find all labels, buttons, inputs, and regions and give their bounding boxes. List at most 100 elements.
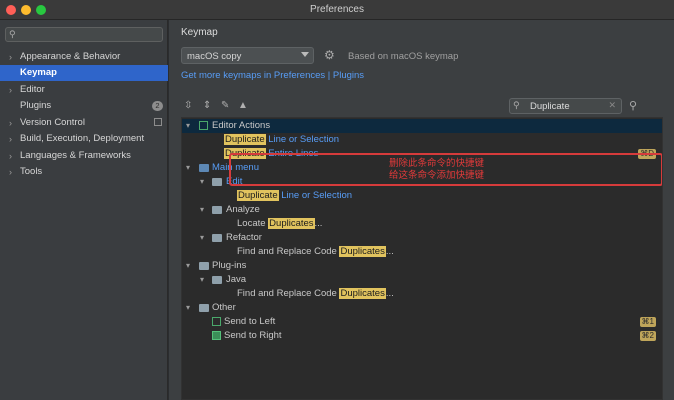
annotation-line-2: 给这条命令添加快捷键 [389, 170, 485, 181]
tree-node-plugins[interactable]: ▾ Plug-ins [182, 259, 662, 273]
search-icon: ⚲ [513, 100, 520, 110]
folder-icon [212, 234, 222, 242]
action-duplicate-line[interactable]: Duplicate Line or Selection [182, 133, 662, 147]
tree-node-editor-actions[interactable]: ▾ Editor Actions [182, 119, 662, 133]
action-duplicate-line-edit[interactable]: Duplicate Line or Selection [182, 189, 662, 203]
action-send-to-left[interactable]: Send to Left ⌘1 [182, 315, 662, 329]
tree-node-refactor[interactable]: ▾ Refactor [182, 231, 662, 245]
keymap-panel: Keymap macOS copy ⚙ Based on macOS keyma… [169, 20, 674, 400]
chevron-down-icon: ▾ [200, 233, 205, 242]
editor-actions-icon [199, 121, 208, 130]
ellipsis: ... [314, 218, 323, 229]
page-title: Keymap [181, 27, 218, 38]
sidebar-item-keymap[interactable]: Keymap [0, 65, 168, 81]
action-label: Find and Replace Code [237, 246, 337, 257]
tree-node-label: Editor Actions [212, 120, 271, 131]
gear-icon[interactable]: ⚙ [324, 48, 335, 62]
tree-node-label: Refactor [226, 232, 262, 243]
keymap-select[interactable]: macOS copy [181, 47, 314, 64]
tree-node-analyze[interactable]: ▾ Analyze [182, 203, 662, 217]
action-label: Line or Selection [281, 190, 353, 201]
warning-icon[interactable]: ▲ [238, 100, 248, 111]
keymap-tree: ▾ Editor Actions Duplicate Line or Selec… [181, 117, 663, 400]
chevron-down-icon [301, 52, 309, 57]
sidebar-item-editor[interactable]: › Editor [0, 82, 168, 98]
action-find-replace-duplicates[interactable]: Find and Replace Code Duplicates... [182, 245, 662, 259]
title-bar: Preferences [0, 0, 674, 20]
settings-sidebar: ⚲ › Appearance & Behavior Keymap › Edito… [0, 20, 168, 400]
chevron-right-icon: › [9, 85, 12, 95]
sidebar-item-label: Languages & Frameworks [20, 150, 131, 161]
sidebar-item-appearance[interactable]: › Appearance & Behavior [0, 49, 168, 65]
sidebar-item-version-control[interactable]: › Version Control [0, 115, 168, 131]
tree-node-other[interactable]: ▾ Other [182, 301, 662, 315]
sidebar-item-plugins[interactable]: Plugins 2 [0, 98, 168, 114]
chevron-down-icon: ▾ [200, 275, 205, 284]
tree-node-java[interactable]: ▾ Java [182, 273, 662, 287]
sidebar-item-label: Keymap [20, 67, 57, 78]
keymap-search-input[interactable]: ⚲ Duplicate ✕ [509, 98, 622, 114]
tree-node-label: Analyze [226, 204, 260, 215]
edit-pencil-icon[interactable]: ✎ [221, 100, 229, 111]
action-locate-duplicates[interactable]: Locate Duplicates... [182, 217, 662, 231]
shortcut-badge: ⌘D [638, 149, 656, 159]
action-label: Find and Replace Code [237, 288, 337, 299]
sidebar-item-build[interactable]: › Build, Execution, Deployment [0, 131, 168, 147]
chevron-right-icon: › [9, 52, 12, 62]
sidebar-item-label: Editor [20, 84, 45, 95]
project-scope-icon [154, 118, 162, 126]
action-label: Send to Right [224, 330, 282, 341]
chevron-down-icon: ▾ [186, 163, 191, 172]
chevron-right-icon: › [9, 134, 12, 144]
folder-icon [212, 276, 222, 284]
sidebar-item-languages[interactable]: › Languages & Frameworks [0, 148, 168, 164]
chevron-right-icon: › [9, 167, 12, 177]
get-more-keymaps-link[interactable]: Get more keymaps in Preferences | Plugin… [181, 70, 364, 81]
ellipsis: ... [385, 288, 394, 299]
based-on-label: Based on macOS keymap [348, 51, 459, 62]
chevron-down-icon: ▾ [186, 261, 191, 270]
chevron-down-icon: ▾ [186, 121, 191, 130]
tree-node-label: Plug-ins [212, 260, 247, 271]
find-by-shortcut-icon[interactable]: ⚲ [629, 99, 637, 112]
chevron-down-icon: ▾ [200, 177, 205, 186]
tree-node-label: Other [212, 302, 236, 313]
action-label: Send to Left [224, 316, 276, 327]
settings-search-input[interactable]: ⚲ [5, 27, 163, 42]
chevron-right-icon: › [9, 118, 12, 128]
folder-icon [199, 262, 209, 270]
highlight-match: Duplicates [339, 288, 386, 299]
plugins-count-badge: 2 [152, 101, 163, 111]
sidebar-item-label: Appearance & Behavior [20, 51, 121, 62]
tree-node-label: Java [226, 274, 247, 285]
highlight-match: Duplicates [339, 246, 386, 257]
sidebar-item-tools[interactable]: › Tools [0, 164, 168, 180]
shortcut-badge: ⌘2 [639, 331, 656, 341]
send-left-icon [212, 317, 221, 326]
action-find-replace-duplicates-java[interactable]: Find and Replace Code Duplicates... [182, 287, 662, 301]
action-label: Line or Selection [268, 134, 340, 145]
highlight-match: Duplicates [268, 218, 315, 229]
chevron-down-icon: ▾ [186, 303, 191, 312]
tree-node-label: Main menu [212, 162, 259, 173]
shortcut-badge: ⌘1 [639, 317, 656, 327]
search-value: Duplicate [530, 101, 570, 112]
send-right-icon [212, 331, 221, 340]
keymap-select-value: macOS copy [187, 51, 242, 62]
window-title: Preferences [310, 4, 364, 15]
folder-icon [212, 178, 222, 186]
collapse-all-icon[interactable]: ⇕ [203, 100, 211, 111]
sidebar-item-label: Plugins [20, 100, 52, 111]
clear-icon[interactable]: ✕ [608, 100, 616, 111]
search-icon: ⚲ [9, 29, 16, 39]
highlight-match: Duplicate [224, 134, 266, 145]
chevron-down-icon: ▾ [200, 205, 205, 214]
tree-node-label: Edit [226, 176, 243, 187]
sidebar-item-label: Version Control [20, 117, 85, 128]
expand-all-icon[interactable]: ⇳ [184, 100, 192, 111]
sidebar-item-label: Tools [20, 166, 43, 177]
ellipsis: ... [385, 246, 394, 257]
action-label: Locate [237, 218, 266, 229]
action-send-to-right[interactable]: Send to Right ⌘2 [182, 329, 662, 343]
chevron-right-icon: › [9, 151, 12, 161]
